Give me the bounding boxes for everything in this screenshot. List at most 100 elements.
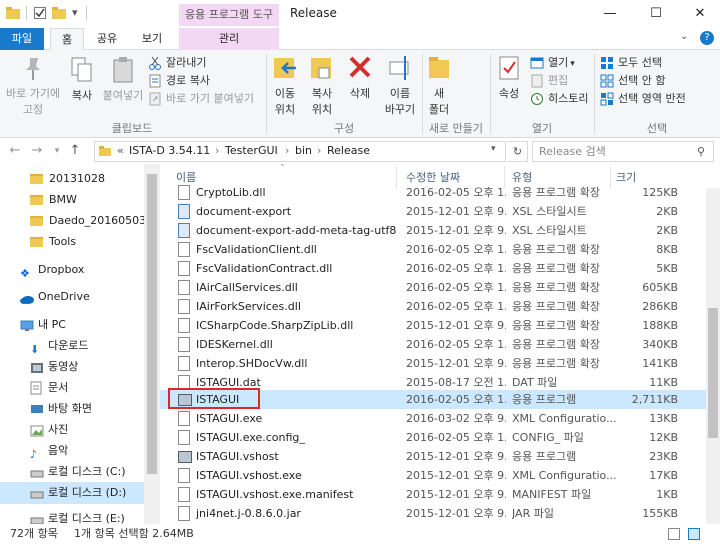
copy-path-icon	[148, 74, 162, 88]
tab-view[interactable]: 보기	[132, 28, 172, 50]
tab-file[interactable]: 파일	[0, 28, 44, 50]
help-icon[interactable]: ?	[700, 31, 714, 45]
tab-share[interactable]: 공유	[88, 28, 126, 50]
new-folder-label-1: 새	[433, 87, 445, 100]
table-row[interactable]: document-export-add-meta-tag-utf8 2015-12…	[160, 221, 720, 240]
table-row[interactable]: ISTAGUI.vshost.exe.manifest 2015-12-01 오후…	[160, 485, 720, 504]
nav-item-pictures[interactable]: 사진	[0, 419, 144, 441]
tab-home[interactable]: 홈	[50, 28, 84, 50]
nav-item-onedrive[interactable]: OneDrive	[0, 286, 144, 308]
copy-to-label-2: 위치	[311, 103, 333, 116]
tab-manage[interactable]: 관리	[179, 28, 279, 50]
maximize-button[interactable]: ☐	[634, 0, 678, 28]
address-bar[interactable]: « ISTA-D 3.54.11 › TesterGUI › bin › Rel…	[94, 141, 506, 162]
nav-item-tools[interactable]: Tools	[0, 231, 144, 253]
table-row[interactable]: ISTAGUI.vshost 2015-12-01 오후 9... 응용 프로그램 2…	[160, 447, 720, 466]
rename-button[interactable]: 이름 바꾸기	[380, 54, 420, 117]
table-row[interactable]: IAirCallServices.dll 2016-02-05 오후 1... 응용…	[160, 278, 720, 297]
delete-label: 삭제	[349, 87, 371, 100]
table-row[interactable]: document-export 2015-12-01 오후 9... XSL 스타일…	[160, 202, 720, 221]
nav-item-this-pc[interactable]: 내 PC	[0, 314, 144, 336]
breadcrumb-testergui[interactable]: TesterGUI	[225, 144, 278, 157]
properties-icon	[497, 54, 521, 85]
nav-item-drive-d[interactable]: 로컬 디스크 (D:)	[0, 482, 144, 504]
back-arrow-icon[interactable]: ←	[6, 142, 24, 160]
nav-scrollbar[interactable]	[144, 164, 160, 524]
table-row[interactable]: IAirForkServices.dll 2016-02-05 오후 1... 응용…	[160, 297, 720, 316]
table-row[interactable]: FscValidationClient.dll 2016-02-05 오후 1..…	[160, 240, 720, 259]
file-list: ˄ 이름 수정한 날짜 유형 크기 CryptoLib.dll 2016-02-0…	[160, 164, 720, 524]
collapse-ribbon-icon[interactable]: ⌄	[680, 31, 688, 42]
manifest-file-icon	[178, 487, 190, 502]
paste-button[interactable]: 붙여넣기	[100, 56, 146, 103]
close-button[interactable]: ✕	[678, 0, 720, 28]
recent-dropdown-icon[interactable]: ▾	[48, 142, 66, 160]
copy-button[interactable]: 복사	[64, 56, 100, 103]
nav-item-music[interactable]: ♪ 음악	[0, 440, 144, 462]
folder-icon	[30, 195, 43, 205]
quick-access-dropdown-icon[interactable]: ▾	[72, 6, 78, 19]
open-button[interactable]: 열기 ▾	[530, 54, 575, 70]
nav-item-drive-e[interactable]: 로컬 디스크 (E:)	[0, 508, 144, 524]
nav-scroll-thumb[interactable]	[147, 174, 157, 474]
delete-x-icon	[347, 54, 373, 85]
up-arrow-icon[interactable]: ↑	[66, 142, 84, 160]
address-history-dropdown-icon[interactable]: ▾	[491, 144, 496, 154]
select-none-button[interactable]: 선택 안 함	[600, 72, 665, 88]
select-all-button[interactable]: 모두 선택	[600, 54, 662, 70]
new-folder-quick-icon[interactable]	[52, 7, 66, 19]
file-list-scrollbar[interactable]	[706, 188, 720, 524]
nav-item-dropbox[interactable]: ❖ Dropbox	[0, 259, 144, 281]
address-overflow-chevron[interactable]: «	[117, 144, 124, 157]
table-row[interactable]: FscValidationContract.dll 2016-02-05 오후 1…	[160, 259, 720, 278]
paste-shortcut-button[interactable]: 바로 가기 붙여넣기	[148, 90, 254, 106]
breadcrumb-sep[interactable]: ›	[285, 144, 289, 157]
new-folder-icon	[427, 54, 451, 85]
edit-button[interactable]: 편집	[530, 72, 568, 88]
cut-button[interactable]: 잘라내기	[148, 54, 206, 70]
properties-quick-icon[interactable]	[34, 7, 46, 19]
breadcrumb-sep[interactable]: ›	[317, 144, 321, 157]
copy-to-button[interactable]: 복사 위치	[304, 54, 340, 117]
new-folder-button[interactable]: 새 폴더	[424, 54, 454, 117]
table-row[interactable]: jni4net.j-0.8.6.0.jar 2015-12-01 오후 9... J…	[160, 504, 720, 523]
navigation-pane: 20131028 BMW Daedo_20160503_2 Tools ❖ Dro…	[0, 164, 160, 524]
table-row[interactable]: ISTAGUI.exe.config_ 2016-02-05 오후 1... CON…	[160, 428, 720, 447]
large-icons-view-icon[interactable]	[688, 528, 700, 540]
nav-item-daedo[interactable]: Daedo_20160503_2	[0, 210, 159, 232]
table-row[interactable]: Interop.SHDocVw.dll 2015-12-01 오후 9... 응용 …	[160, 354, 720, 373]
nav-item-documents[interactable]: 문서	[0, 377, 144, 399]
table-row[interactable]: ISTAGUI.exe 2016-03-02 오후 9... XML Configu…	[160, 409, 720, 428]
breadcrumb-release[interactable]: Release	[327, 144, 370, 157]
nav-item-bmw[interactable]: BMW	[0, 189, 144, 211]
history-button[interactable]: 히스토리	[530, 90, 588, 106]
invert-selection-button[interactable]: 선택 영역 반전	[600, 90, 686, 106]
pin-quick-access-button[interactable]: 바로 가기에 고정	[6, 56, 60, 117]
breadcrumb-bin[interactable]: bin	[295, 144, 312, 157]
minimize-button[interactable]: —	[588, 0, 632, 28]
table-row[interactable]: ICSharpCode.SharpZipLib.dll 2015-12-01 오후…	[160, 316, 720, 335]
onedrive-cloud-icon	[20, 290, 34, 304]
move-to-button[interactable]: 이동 위치	[268, 54, 302, 117]
xml-config-file-icon	[178, 468, 190, 483]
forward-arrow-icon[interactable]: →	[28, 142, 46, 160]
nav-item-videos[interactable]: 동영상	[0, 356, 144, 378]
nav-item-drive-c[interactable]: 로컬 디스크 (C:)	[0, 461, 144, 483]
new-folder-label-2: 폴더	[428, 103, 450, 116]
table-row[interactable]: ISTAGUI.vshost.exe 2015-12-01 오후 9... XML …	[160, 466, 720, 485]
file-list-scroll-thumb[interactable]	[708, 308, 718, 438]
move-to-label-1: 이동	[274, 87, 296, 100]
table-row[interactable]: CryptoLib.dll 2016-02-05 오후 1... 응용 프로그램 확…	[160, 183, 720, 202]
search-input[interactable]: Release 검색 ⚲	[532, 141, 714, 162]
nav-item-downloads[interactable]: ⬇ 다운로드	[0, 335, 144, 357]
breadcrumb-ista[interactable]: ISTA-D 3.54.11	[129, 144, 210, 157]
copy-path-button[interactable]: 경로 복사	[148, 72, 210, 88]
nav-item-20131028[interactable]: 20131028	[0, 168, 144, 190]
table-row[interactable]: IDESKernel.dll 2016-02-05 오후 1... 응용 프로그램 …	[160, 335, 720, 354]
breadcrumb-sep[interactable]: ›	[215, 144, 219, 157]
properties-button[interactable]: 속성	[492, 54, 526, 101]
refresh-icon[interactable]: ↻	[508, 141, 528, 162]
details-view-icon[interactable]	[668, 528, 680, 540]
nav-item-desktop[interactable]: 바탕 화면	[0, 398, 144, 420]
delete-button[interactable]: 삭제	[342, 54, 378, 101]
